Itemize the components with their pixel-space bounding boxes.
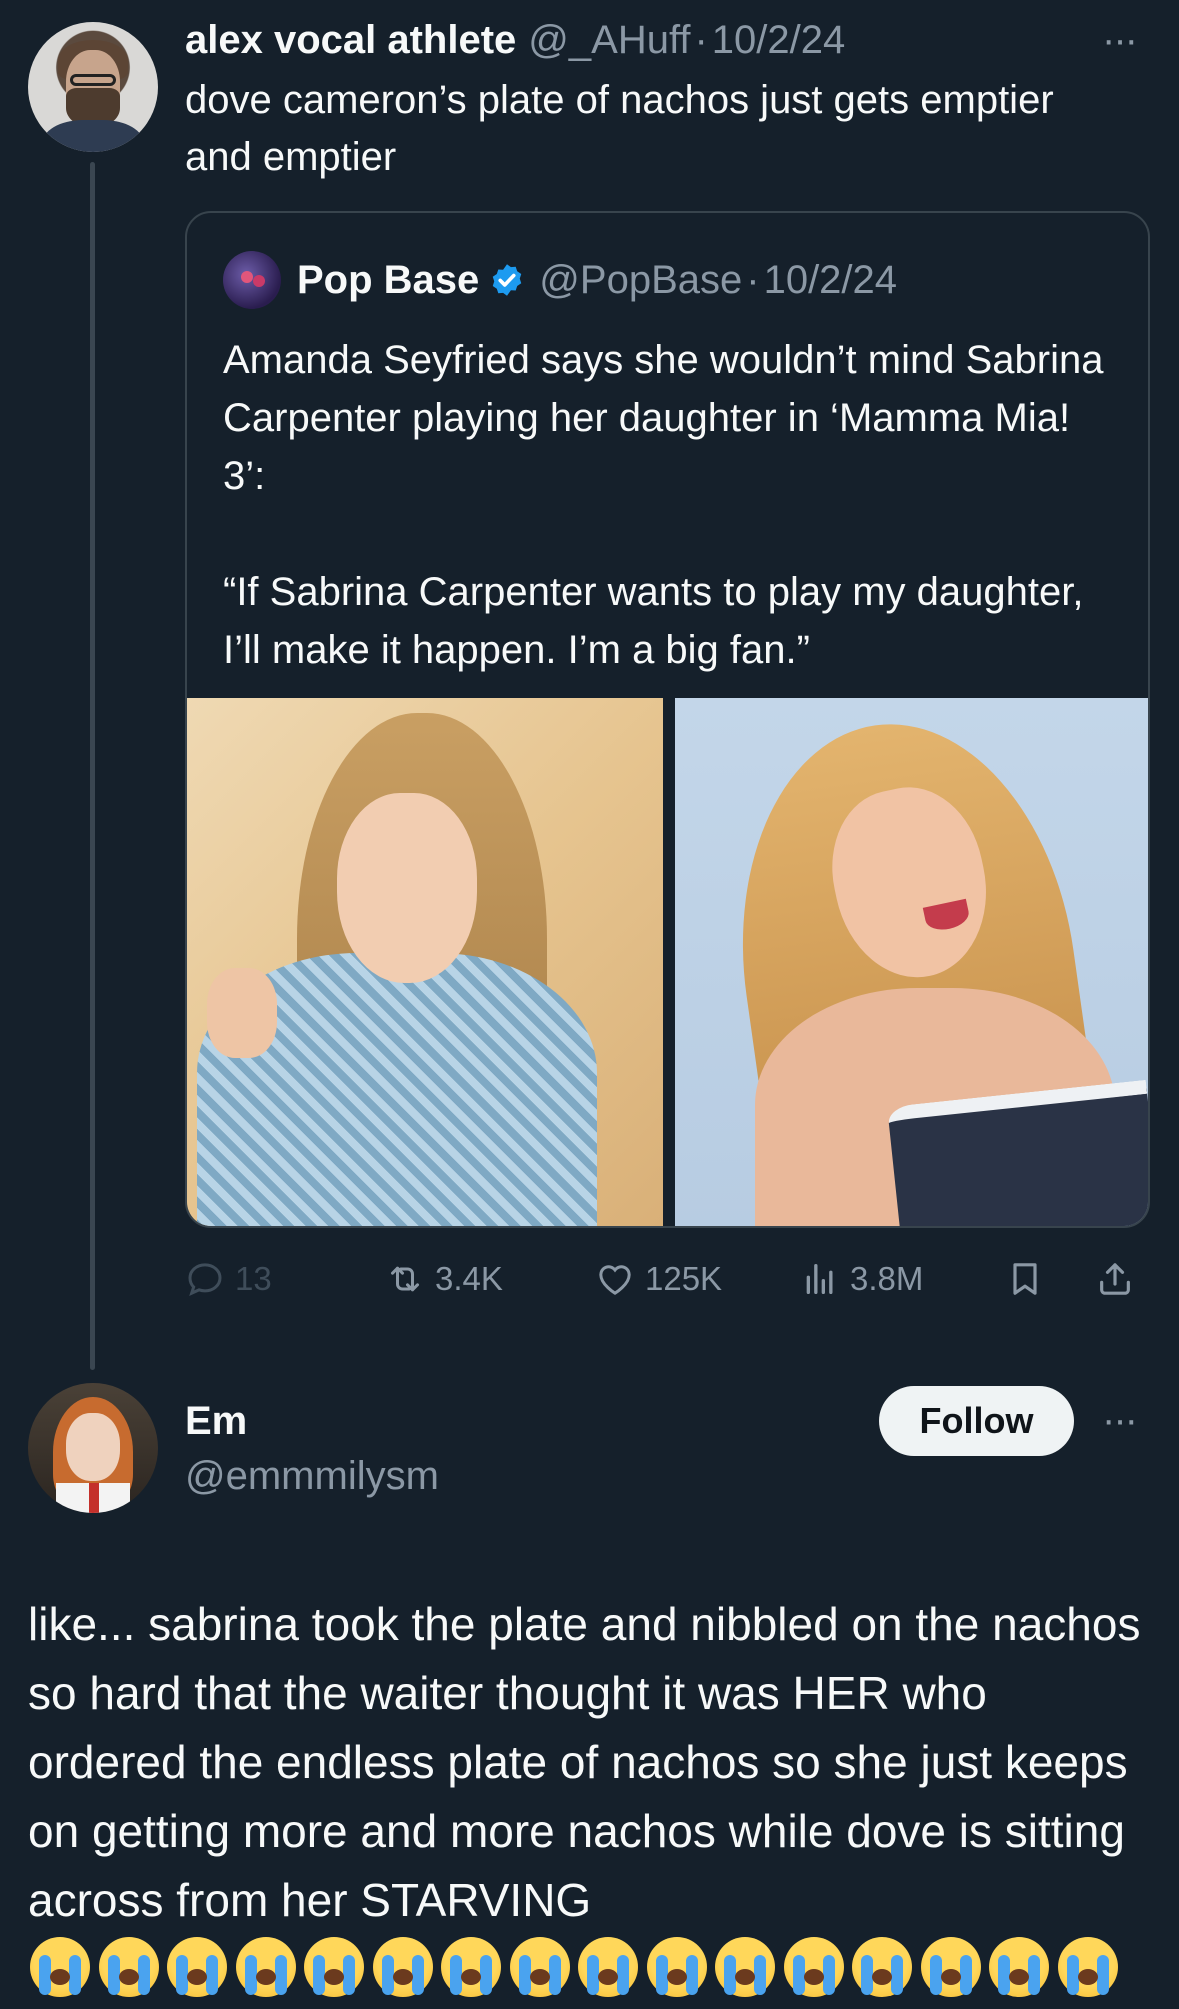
loudly-crying-face-emoji: [852, 1937, 912, 1997]
reply-button[interactable]: 13: [185, 1254, 272, 1304]
quoted-display-name[interactable]: Pop Base: [297, 258, 479, 303]
follow-button[interactable]: Follow: [879, 1386, 1074, 1456]
quoted-photo-amanda-seyfried[interactable]: [187, 698, 663, 1226]
reply-more-options-icon[interactable]: ···: [1102, 1400, 1138, 1440]
share-icon: [1100, 1263, 1130, 1295]
loudly-crying-face-emoji: [783, 1937, 844, 1997]
avatar-body: [42, 120, 144, 152]
views-count: 3.8M: [850, 1260, 924, 1297]
quoted-tweet-text: Amanda Seyfried says she wouldn’t mind S…: [223, 338, 1104, 672]
reply-author-avatar[interactable]: [28, 1383, 158, 1513]
retweet-icon: [391, 1266, 419, 1292]
loudly-crying-face-emoji: [98, 1937, 159, 1997]
tweet-text: dove cameron’s plate of nachos just gets…: [185, 78, 1054, 179]
quoted-date[interactable]: 10/2/24: [764, 258, 897, 302]
meta-separator: ·: [694, 17, 708, 62]
quoted-author-avatar[interactable]: [223, 251, 281, 309]
loudly-crying-face-emoji: [509, 1937, 570, 1997]
reply-display-name[interactable]: Em: [185, 1397, 247, 1445]
author-avatar[interactable]: [28, 22, 158, 152]
author-handle[interactable]: @_AHuff: [528, 18, 690, 62]
reply-tweet-text: like... sabrina took the plate and nibbl…: [28, 1598, 1141, 1926]
loudly-crying-face-emoji: [30, 1937, 90, 1997]
quoted-handle[interactable]: @PopBase: [539, 258, 742, 302]
bookmark-button[interactable]: [1005, 1254, 1055, 1304]
loudly-crying-face-emoji: [920, 1937, 981, 1997]
tweet-header: alex vocal athlete @_AHuff · 10/2/24: [185, 14, 845, 66]
quoted-meta-separator: ·: [746, 257, 760, 302]
photo-top: [887, 1079, 1148, 1226]
loudly-crying-face-emoji: [304, 1937, 364, 1997]
more-options-icon[interactable]: ···: [1102, 20, 1138, 60]
loudly-crying-face-emoji: [578, 1937, 638, 1997]
loudly-crying-face-emoji: [715, 1937, 775, 1997]
reply-icon: [188, 1263, 222, 1296]
loudly-crying-face-emoji: [441, 1937, 501, 1997]
retweet-count: 3.4K: [435, 1260, 503, 1297]
verified-badge-icon: [493, 264, 522, 296]
loudly-crying-face-emoji: [235, 1937, 296, 1997]
tweet-action-bar: 13 3.4K 125K 3.8M: [185, 1254, 1150, 1304]
loudly-crying-face-emoji: [372, 1937, 433, 1997]
avatar-tie: [89, 1483, 99, 1513]
bookmark-icon: [1013, 1263, 1037, 1295]
loudly-crying-face-emoji: [989, 1937, 1049, 1997]
author-display-name[interactable]: alex vocal athlete: [185, 18, 516, 63]
quoted-photo-sabrina-carpenter[interactable]: [675, 698, 1148, 1226]
reply-handle[interactable]: @emmmilysm: [185, 1452, 439, 1500]
photo-hand: [207, 968, 277, 1058]
quoted-handle-meta: @PopBase · 10/2/24: [539, 258, 897, 303]
tweet-date[interactable]: 10/2/24: [712, 18, 845, 62]
heart-icon: [599, 1265, 631, 1295]
like-count: 125K: [645, 1260, 723, 1297]
photo-face: [337, 793, 477, 983]
reply-count: 13: [235, 1260, 272, 1297]
author-handle-meta: @_AHuff · 10/2/24: [528, 18, 845, 63]
crying-emoji-row: [30, 1937, 1126, 2001]
loudly-crying-face-emoji: [1057, 1937, 1118, 1997]
avatar-glasses: [70, 74, 116, 86]
retweet-button[interactable]: 3.4K: [385, 1254, 503, 1304]
avatar-face: [66, 1413, 120, 1481]
loudly-crying-face-emoji: [167, 1937, 227, 1997]
views-button[interactable]: 3.8M: [800, 1254, 923, 1304]
like-button[interactable]: 125K: [595, 1254, 722, 1304]
views-chart-icon: [806, 1264, 833, 1294]
quoted-tweet-header: Pop Base @PopBase · 10/2/24: [297, 251, 897, 309]
share-button[interactable]: [1095, 1254, 1145, 1304]
loudly-crying-face-emoji: [646, 1937, 707, 1997]
quoted-tweet-card[interactable]: Pop Base @PopBase · 10/2/24 Amanda Seyfrie…: [185, 211, 1150, 1228]
thread-connector-line: [90, 162, 95, 1370]
